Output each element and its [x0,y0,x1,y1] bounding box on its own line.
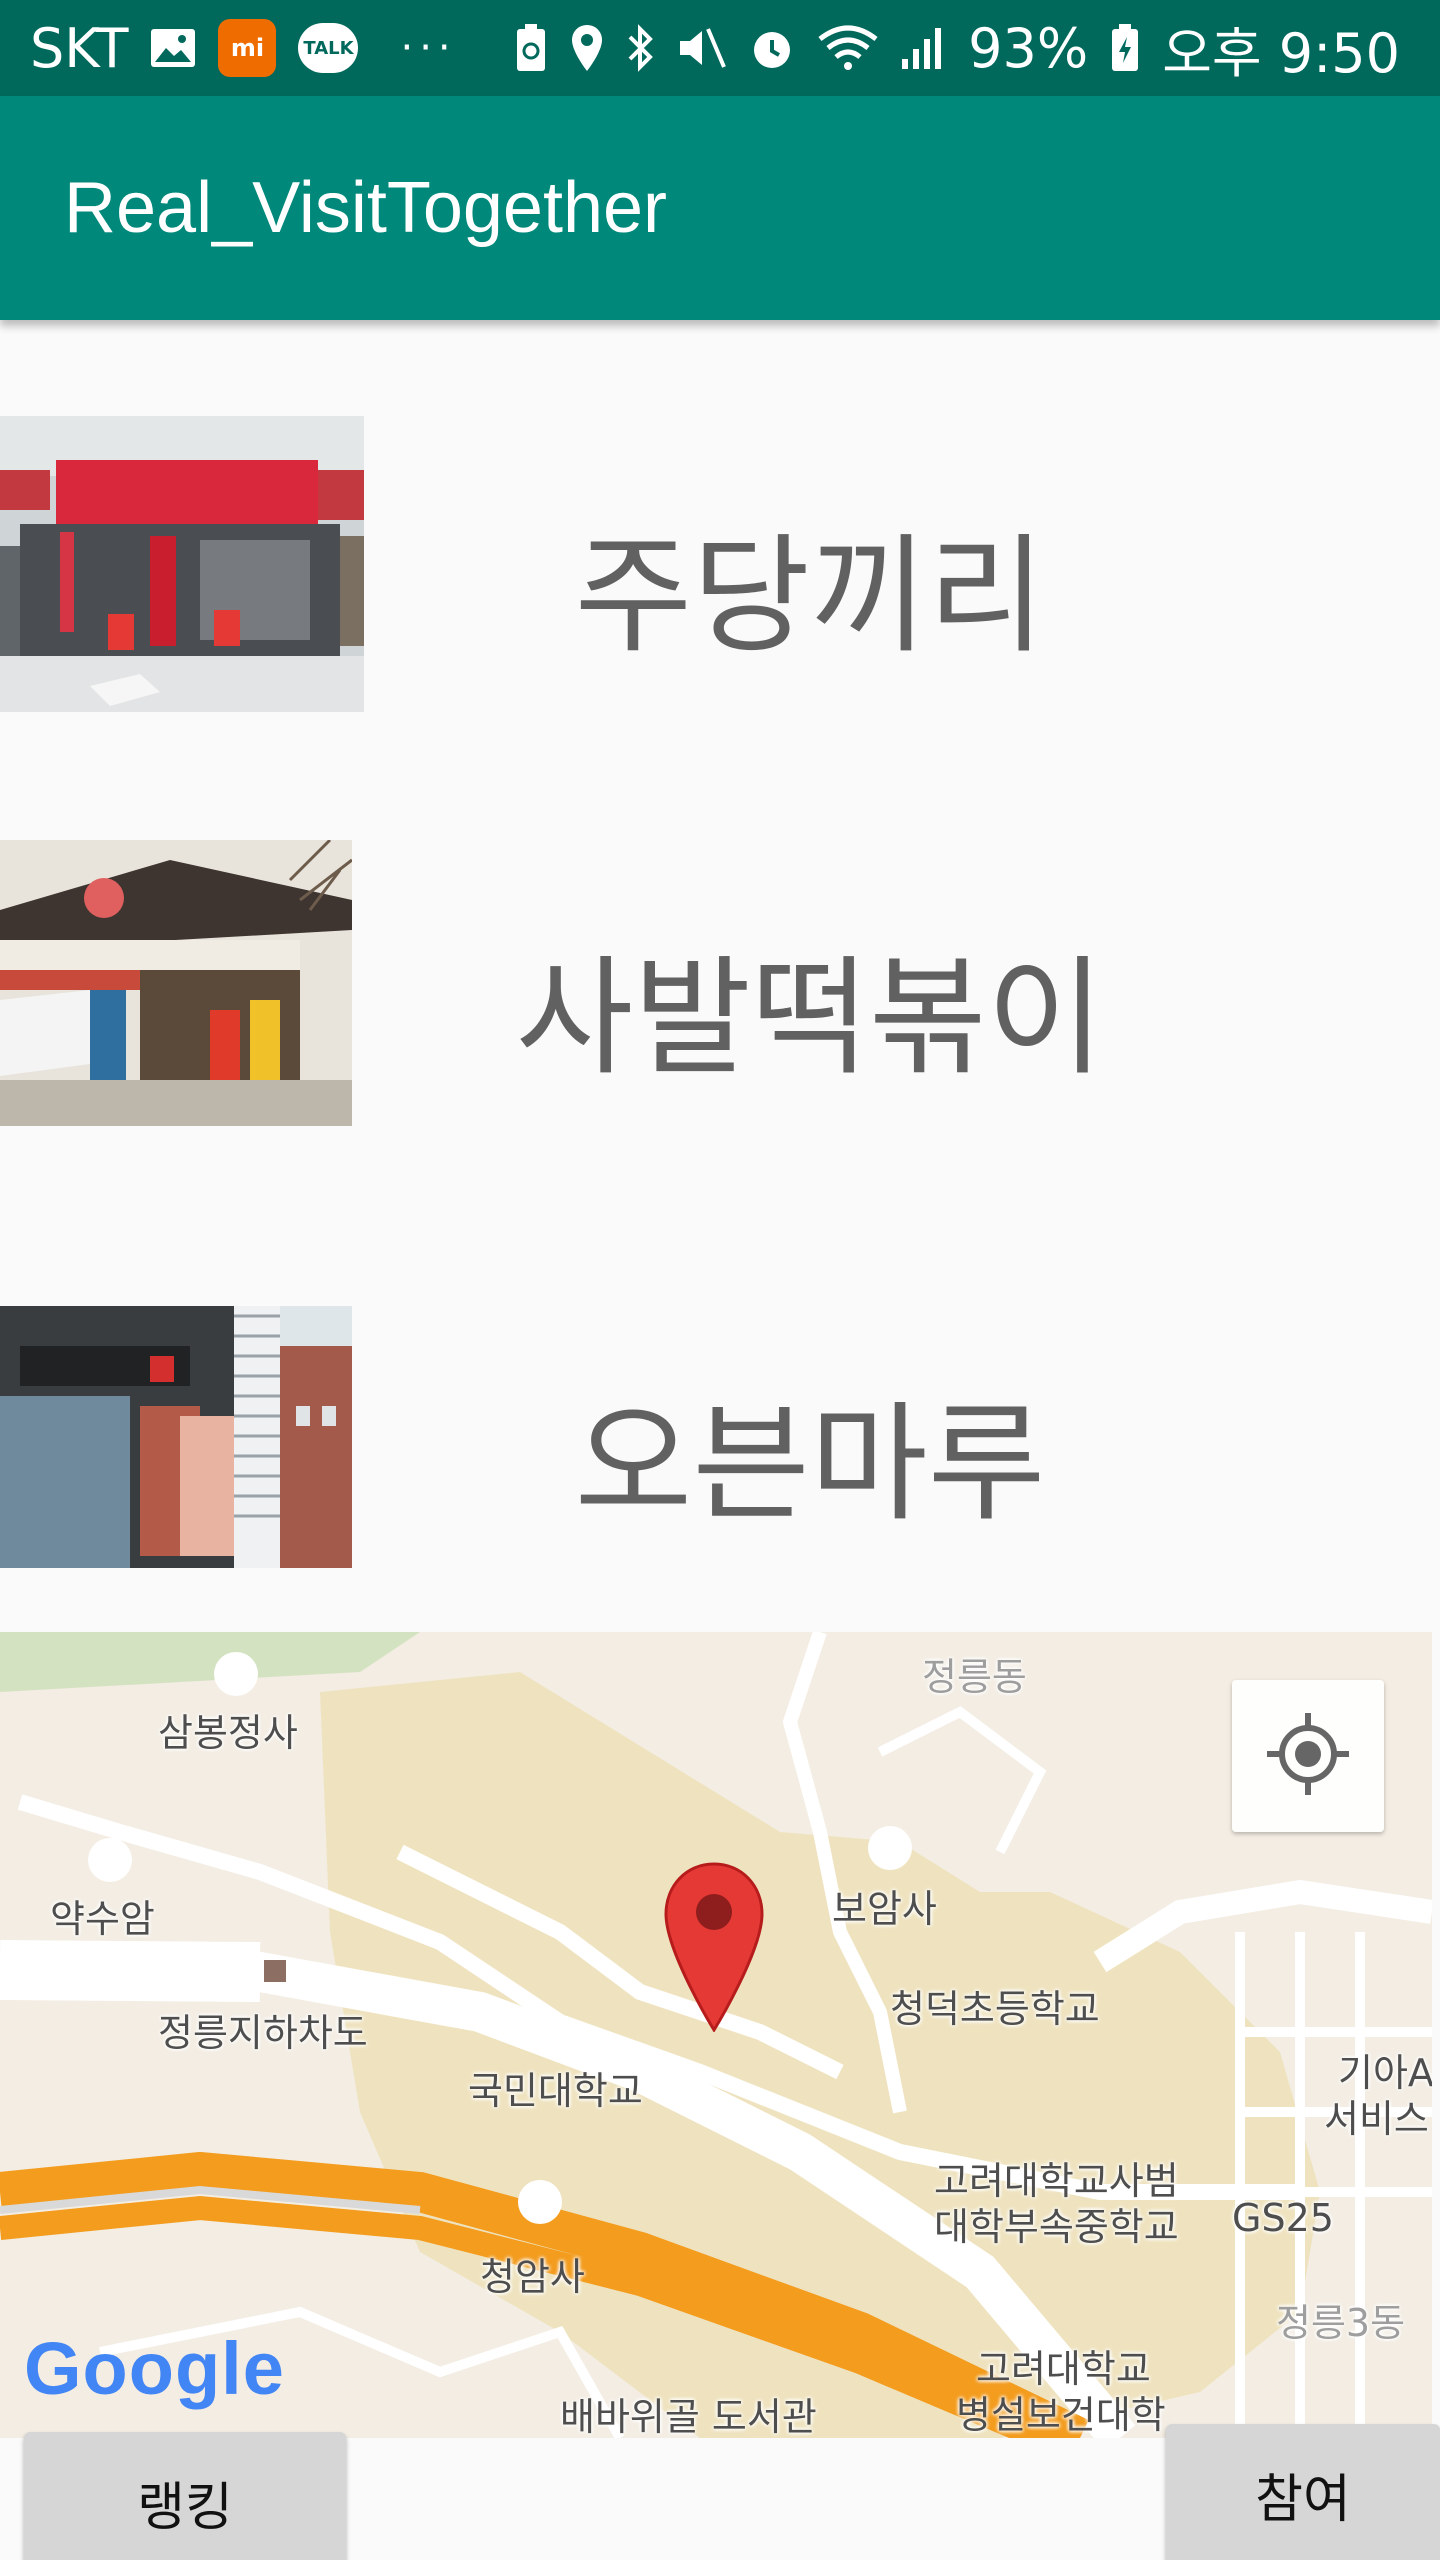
map-label: 청덕초등학교 [890,1987,1100,2031]
map-label: 배바위골 도서관 [560,2395,817,2438]
map-label: 청암사 [480,2255,585,2299]
battery-icon [1110,23,1140,73]
google-logo: Google [24,2327,285,2410]
map-label: 병설보건대학 [956,2393,1166,2437]
clock: 오후 9:50 [1162,21,1400,85]
map-label: 대학부속중학교 [934,2205,1179,2249]
my-location-button[interactable] [1232,1680,1384,1832]
crosshair-icon [1263,1709,1353,1803]
recycle-battery-icon [514,23,548,73]
map-label: 정릉3동 [1276,2301,1406,2345]
restaurant-photo [0,1306,352,1568]
restaurant-photo [0,416,364,712]
map-label: 정릉동 [922,1655,1027,1699]
map-view[interactable]: 정릉동 삼봉정사 약수암 보암사 정릉지하차도 청덕초등학교 국민대학교 기아A… [0,1632,1432,2438]
restaurant-photo [0,840,352,1126]
signal-icon [900,25,946,71]
app-title: Real_VisitTogether [64,168,668,248]
kakaotalk-icon: TALK [298,23,359,73]
map-label: 정릉지하차도 [158,2011,368,2055]
more-notifications-icon: ··· [400,25,457,71]
restaurant-name: 오븐마루 [574,1390,1046,1539]
carrier-label: SKT [30,16,129,80]
map-label: GS25 [1232,2196,1334,2240]
map-label: 국민대학교 [468,2069,643,2113]
bluetooth-icon [626,23,654,73]
status-bar-left: SKT mi TALK ··· [30,17,457,80]
restaurant-item[interactable]: 주당끼리 [0,412,1440,712]
image-icon [150,28,196,68]
wifi-icon [818,25,878,71]
map-label: 약수암 [50,1897,155,1941]
join-button[interactable]: 참여 [1166,2424,1440,2560]
restaurant-item[interactable]: 사발떡볶이 [0,836,1440,1126]
ranking-button[interactable]: 랭킹 [24,2432,346,2560]
map-label: 삼봉정사 [158,1711,298,1755]
mi-app-icon: mi [218,19,277,77]
restaurant-name: 사발떡볶이 [515,944,1105,1093]
location-marker-icon[interactable] [662,1862,766,2036]
battery-percent: 93% [968,16,1089,80]
location-icon [570,23,604,73]
mute-icon [676,25,727,71]
status-bar-right: 93% 오후 9:50 [514,9,1400,88]
status-bar: SKT mi TALK ··· 93% 오후 9:50 [0,0,1440,96]
map-label: 서비스 [1324,2097,1429,2141]
restaurant-name: 주당끼리 [574,522,1046,671]
app-bar: Real_VisitTogether [0,96,1440,320]
restaurant-item[interactable]: 오븐마루 [0,1306,1440,1568]
alarm-icon [748,24,796,72]
map-label: 보암사 [832,1887,937,1931]
